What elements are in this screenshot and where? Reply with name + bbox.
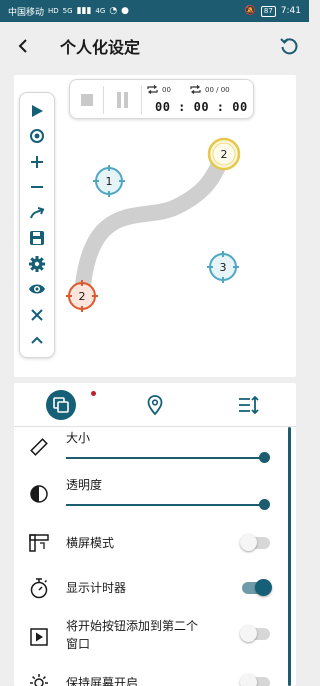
arrow-left-icon — [18, 39, 27, 53]
opacity-slider-thumb[interactable] — [259, 499, 270, 510]
swipe-arrow-icon[interactable] — [20, 201, 54, 225]
setting-label: 显示计时器 — [66, 581, 127, 595]
setting-label: 透明度 — [66, 478, 103, 492]
back-button[interactable] — [0, 22, 48, 70]
target-number: 2 — [78, 289, 86, 303]
gear-icon[interactable] — [20, 252, 54, 276]
plus-icon[interactable] — [20, 150, 54, 174]
settings-panel: 大小 透明度 横屏模式 显示计时器 将开始按钮添加到第二个 窗口 保持屏幕开启 — [14, 383, 296, 686]
setting-label: 将开始按钮添加到第二个 — [66, 619, 199, 633]
setting-size: 大小 — [14, 429, 284, 471]
elapsed-time: 00 : 00 : 00 — [155, 100, 248, 114]
target-icon[interactable] — [20, 124, 54, 148]
battery-indicator: 87 — [260, 5, 276, 17]
target-number: 2 — [220, 147, 228, 161]
keep-screen-on-toggle[interactable] — [240, 673, 272, 686]
toggle-knob — [240, 674, 257, 686]
loop-counter: 00 — [146, 85, 171, 94]
sort-sliders-icon — [239, 396, 259, 414]
landscape-toggle[interactable] — [240, 533, 272, 553]
app-bar: 个人化设定 — [0, 22, 309, 70]
notification-badge — [91, 391, 96, 396]
repeat-icon — [147, 85, 158, 94]
preview-area[interactable]: 00 00 / 00 00 : 00 : 00 1 2 3 2 — [14, 75, 296, 377]
status-bar: 中国移动 HD 5G ▮▮▮ 4G ◔ ● 🔕 87 7:41 — [0, 0, 309, 22]
swipe-start-target[interactable]: 2 — [64, 278, 100, 314]
layers-icon — [53, 397, 69, 413]
stopwatch-icon — [26, 575, 52, 601]
floating-toolbar — [19, 92, 55, 358]
swipe-path — [74, 146, 232, 304]
scrollbar[interactable] — [288, 427, 291, 686]
reset-button[interactable] — [269, 22, 309, 70]
divider — [103, 86, 104, 114]
ruler-icon — [26, 434, 52, 460]
toggle-knob — [255, 579, 272, 596]
toggle-knob — [240, 625, 257, 642]
tab-targets[interactable] — [108, 383, 202, 427]
setting-label: 大小 — [66, 431, 91, 445]
brightness-icon — [26, 670, 52, 686]
wifi-icon: ◔ — [109, 6, 118, 16]
tab-order[interactable] — [202, 383, 296, 427]
eye-icon[interactable] — [20, 277, 54, 301]
tab-bar — [14, 383, 296, 427]
cycle-counter: 00 / 00 — [189, 85, 230, 94]
setting-label: 保持屏幕开启 — [66, 676, 139, 686]
minus-icon[interactable] — [20, 175, 54, 199]
cycle-count: 00 / 00 — [205, 85, 230, 94]
repeat-once-icon — [190, 85, 201, 94]
mute-icon: 🔕 — [244, 6, 256, 16]
tab-appearance[interactable] — [14, 383, 108, 427]
stop-icon[interactable] — [81, 94, 93, 106]
save-icon[interactable] — [20, 226, 54, 250]
timer-panel: 00 00 / 00 00 : 00 : 00 — [69, 79, 254, 119]
restore-icon — [280, 38, 298, 55]
target-number: 1 — [105, 174, 113, 188]
setting-show-timer[interactable]: 显示计时器 — [14, 573, 284, 603]
close-icon[interactable] — [20, 303, 54, 327]
signal-bars-icon: ▮▮▮ — [76, 6, 92, 16]
location-pin-icon — [147, 395, 163, 415]
swipe-end-target[interactable]: 2 — [206, 136, 242, 172]
setting-label-line2: 窗口 — [66, 637, 91, 651]
contrast-icon — [26, 481, 52, 507]
page-title: 个人化设定 — [60, 38, 141, 57]
opacity-slider[interactable] — [66, 504, 264, 506]
divider — [141, 86, 142, 114]
setting-opacity: 透明度 — [14, 476, 284, 518]
play-icon[interactable] — [20, 99, 54, 123]
signal-4g: 4G — [95, 7, 106, 15]
toggle-knob — [240, 534, 257, 551]
clock: 7:41 — [280, 6, 301, 16]
carrier-name: 中国移动 — [8, 7, 45, 18]
tab-active-indicator — [46, 390, 76, 420]
chevron-up-icon[interactable] — [20, 328, 54, 352]
size-slider[interactable] — [66, 457, 264, 459]
target-number: 3 — [219, 260, 227, 274]
setting-second-window[interactable]: 将开始按钮添加到第二个 窗口 — [14, 616, 284, 656]
loop-count: 00 — [162, 85, 171, 94]
signal-5g: 5G — [62, 7, 73, 15]
size-slider-thumb[interactable] — [259, 452, 270, 463]
chat-icon: ● — [121, 6, 130, 16]
screen-rotation-icon — [26, 530, 52, 556]
show-timer-toggle[interactable] — [240, 578, 272, 598]
setting-label: 横屏模式 — [66, 536, 115, 550]
setting-landscape[interactable]: 横屏模式 — [14, 528, 284, 558]
click-target[interactable]: 3 — [205, 249, 241, 285]
second-window-toggle[interactable] — [240, 624, 272, 644]
pause-icon[interactable] — [116, 92, 130, 108]
play-box-icon — [26, 624, 52, 650]
click-target[interactable]: 1 — [91, 163, 127, 199]
setting-keep-screen-on[interactable]: 保持屏幕开启 — [14, 668, 284, 686]
network-hd-badge: HD — [48, 7, 59, 15]
